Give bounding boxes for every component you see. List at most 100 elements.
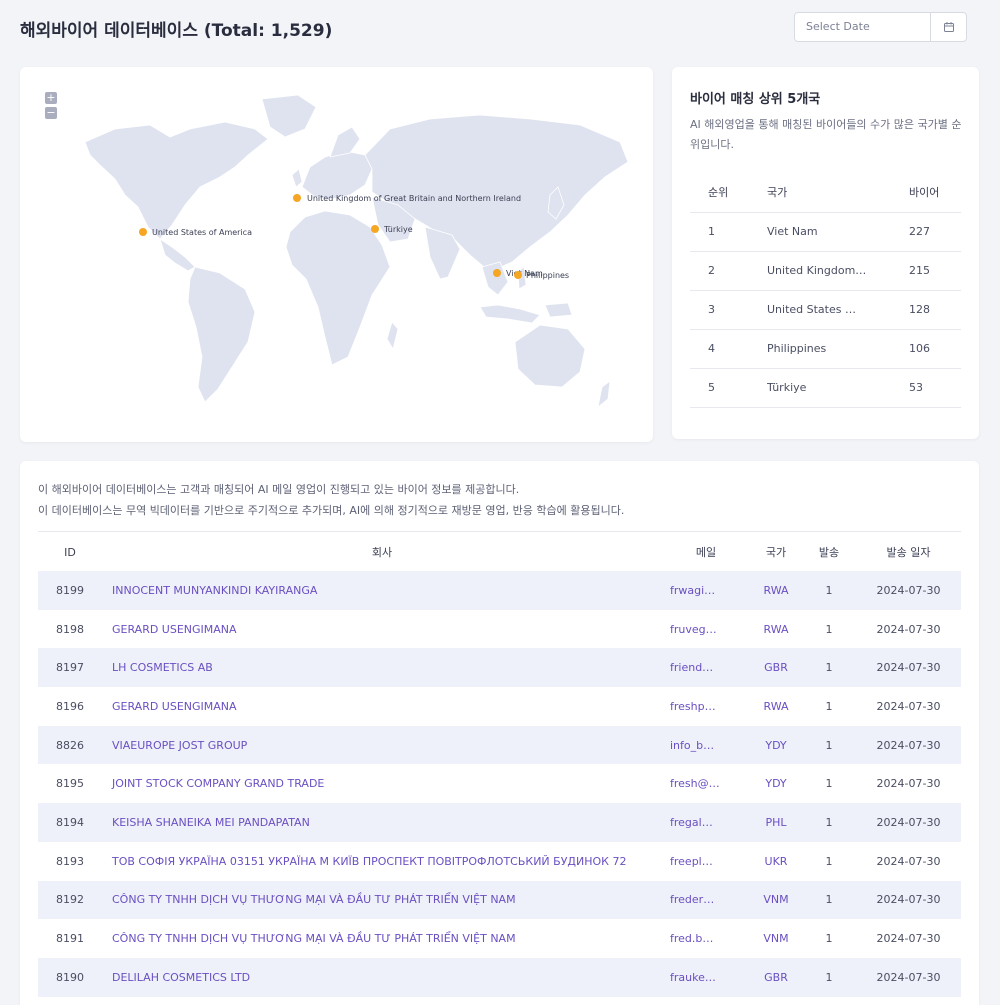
email-link[interactable]: freder… [662,880,750,920]
company-link[interactable]: JOINT STOCK COMPANY GRAND TRADE [102,764,662,803]
company-link[interactable]: GERARD USENGIMANA [102,610,662,649]
column-header-id: ID [64,545,76,559]
buyer-database-card: 이 해외바이어 데이터베이스는 고객과 매칭되어 AI 메일 영업이 진행되고 … [20,461,979,1005]
id-cell: 8194 [38,803,102,842]
country-cell: United States … [767,290,909,330]
map-marker-turkiye [371,225,379,233]
id-cell: 8196 [56,699,84,713]
map-marker-label: United Kingdom of Great Britain and Nort… [307,194,521,203]
country-cell: RWA [763,699,789,713]
buyers-cell: 53 [909,368,961,408]
map-marker-philippines [514,271,522,279]
description-line: 이 해외바이어 데이터베이스는 고객과 매칭되어 AI 메일 영업이 진행되고 … [38,483,520,496]
sent-date-cell: 2024-07-30 [856,648,961,688]
buyer-table: ID 회사 메일 국가 발송 발송 일자 8199 INNOCENT MUNYAN… [38,533,961,997]
id-cell: 8195 [56,777,84,791]
email-link[interactable]: freepl… [662,842,750,881]
country-cell: RWA [750,571,802,610]
top-countries-description: AI 해외영업을 통해 매칭된 바이어들의 수가 많은 국가별 순위입니다. [690,118,962,151]
rank-cell: 2 [690,251,767,291]
map-marker-label: United States of America [152,228,252,237]
table-row[interactable]: 8826 VIAEUROPE JOST GROUP info_b… YDY 1 2024-… [38,725,961,765]
map-marker-uk [293,194,301,202]
email-link[interactable]: info_b… [662,725,750,765]
email-link[interactable]: fruveg… [662,610,750,649]
table-row: 3 United States … 128 [690,290,961,330]
table-row[interactable]: 8197 LH COSMETICS AB friend… GBR 1 2024-07-30 [38,648,961,688]
sent-count-cell: 1 [825,777,833,791]
company-link[interactable]: ТОВ СОФІЯ УКРАЇНА 03151 УКРАЇНА М КИЇВ П… [102,842,662,881]
map-marker-usa [139,228,147,236]
company-link[interactable]: GERARD USENGIMANA [102,687,662,726]
company-link[interactable]: INNOCENT MUNYANKINDI KAYIRANGA [102,571,662,610]
rank-cell: 3 [690,290,767,330]
sent-date-cell: 2024-07-30 [876,854,941,868]
table-header-row: 순위 국가 바이어 [690,172,961,213]
column-header-buyers: 바이어 [909,172,961,213]
email-link[interactable]: friend… [662,648,750,688]
sent-date-cell: 2024-07-30 [856,803,961,842]
country-cell: YDY [765,777,787,791]
table-row[interactable]: 8199 INNOCENT MUNYANKINDI KAYIRANGA frwagi… [38,571,961,610]
date-picker[interactable]: Select Date [794,12,967,42]
table-row[interactable]: 8194 KEISHA SHANEIKA MEI PANDAPATAN fregal… [38,803,961,842]
description-line: 이 데이터베이스는 무역 빅데이터를 기반으로 주기적으로 추가되며, AI에 … [38,504,625,517]
table-row: 1 Viet Nam 227 [690,212,961,252]
top-countries-table: 순위 국가 바이어 1 Viet Nam 227 2 United Kingdo… [690,172,961,408]
company-link[interactable]: DELILAH COSMETICS LTD [102,957,662,997]
company-link[interactable]: LH COSMETICS AB [102,648,662,688]
email-link[interactable]: fred.b… [662,919,750,958]
sent-date-cell: 2024-07-30 [876,777,941,791]
country-cell: United Kingdom… [767,251,909,291]
column-header-sent: 발송 [818,546,840,559]
sent-count-cell: 1 [825,699,833,713]
world-map-card: United Kingdom of Great Britain and Nort… [20,67,653,442]
table-row[interactable]: 8192 CÔNG TY TNHH DỊCH VỤ THƯƠNG MẠI VÀ Đ… [38,880,961,920]
sent-count-cell: 1 [802,571,856,610]
id-cell: 8197 [38,648,102,688]
column-header-rank: 순위 [690,172,767,213]
rank-cell: 4 [690,329,767,369]
buyers-cell: 227 [909,212,961,252]
zoom-out-button[interactable]: − [45,107,57,119]
date-input[interactable]: Select Date [795,13,930,41]
company-link[interactable]: CÔNG TY TNHH DỊCH VỤ THƯƠNG MẠI VÀ ĐẦU T… [102,880,662,920]
table-row[interactable]: 8190 DELILAH COSMETICS LTD frauke… GBR 1 2024… [38,957,961,997]
sent-date-cell: 2024-07-30 [876,699,941,713]
database-description: 이 해외바이어 데이터베이스는 고객과 매칭되어 AI 메일 영업이 진행되고 … [38,479,624,521]
table-row[interactable]: 8196 GERARD USENGIMANA freshp… RWA 1 2024-07-… [38,687,961,726]
table-row: 4 Philippines 106 [690,329,961,369]
sent-date-cell: 2024-07-30 [856,957,961,997]
column-header-country: 국가 [767,172,909,213]
column-header-company: 회사 [371,546,393,559]
sent-count-cell: 1 [802,648,856,688]
email-link[interactable]: freshp… [662,687,750,726]
table-row[interactable]: 8198 GERARD USENGIMANA fruveg… RWA 1 2024-07-… [38,610,961,649]
company-link[interactable]: CÔNG TY TNHH DỊCH VỤ THƯƠNG MẠI VÀ ĐẦU T… [102,919,662,958]
sent-date-cell: 2024-07-30 [876,932,941,946]
email-link[interactable]: frauke… [662,957,750,997]
sent-date-cell: 2024-07-30 [856,880,961,920]
world-map[interactable]: United Kingdom of Great Britain and Nort… [20,67,653,442]
calendar-icon[interactable] [930,13,966,41]
sent-count-cell: 1 [802,880,856,920]
zoom-in-button[interactable]: + [45,92,57,104]
id-cell: 8193 [56,854,84,868]
email-link[interactable]: fresh@… [662,764,750,803]
email-link[interactable]: fregal… [662,803,750,842]
page-title: 해외바이어 데이터베이스 (Total: 1,529) [20,21,333,41]
sent-count-cell: 1 [825,932,833,946]
country-cell: RWA [763,622,789,636]
table-row[interactable]: 8193 ТОВ СОФІЯ УКРАЇНА 03151 УКРАЇНА М КИ… [38,842,961,881]
country-cell: VNM [750,880,802,920]
company-link[interactable]: VIAEUROPE JOST GROUP [102,725,662,765]
table-row: 2 United Kingdom… 215 [690,251,961,291]
buyers-cell: 128 [909,290,961,330]
sent-count-cell: 1 [802,725,856,765]
country-cell: Philippines [767,329,909,369]
table-row[interactable]: 8191 CÔNG TY TNHH DỊCH VỤ THƯƠNG MẠI VÀ Đ… [38,919,961,958]
email-link[interactable]: frwagi… [662,571,750,610]
top-countries-title: 바이어 매칭 상위 5개국 [690,92,821,107]
table-row[interactable]: 8195 JOINT STOCK COMPANY GRAND TRADE fresh… [38,764,961,803]
company-link[interactable]: KEISHA SHANEIKA MEI PANDAPATAN [102,803,662,842]
